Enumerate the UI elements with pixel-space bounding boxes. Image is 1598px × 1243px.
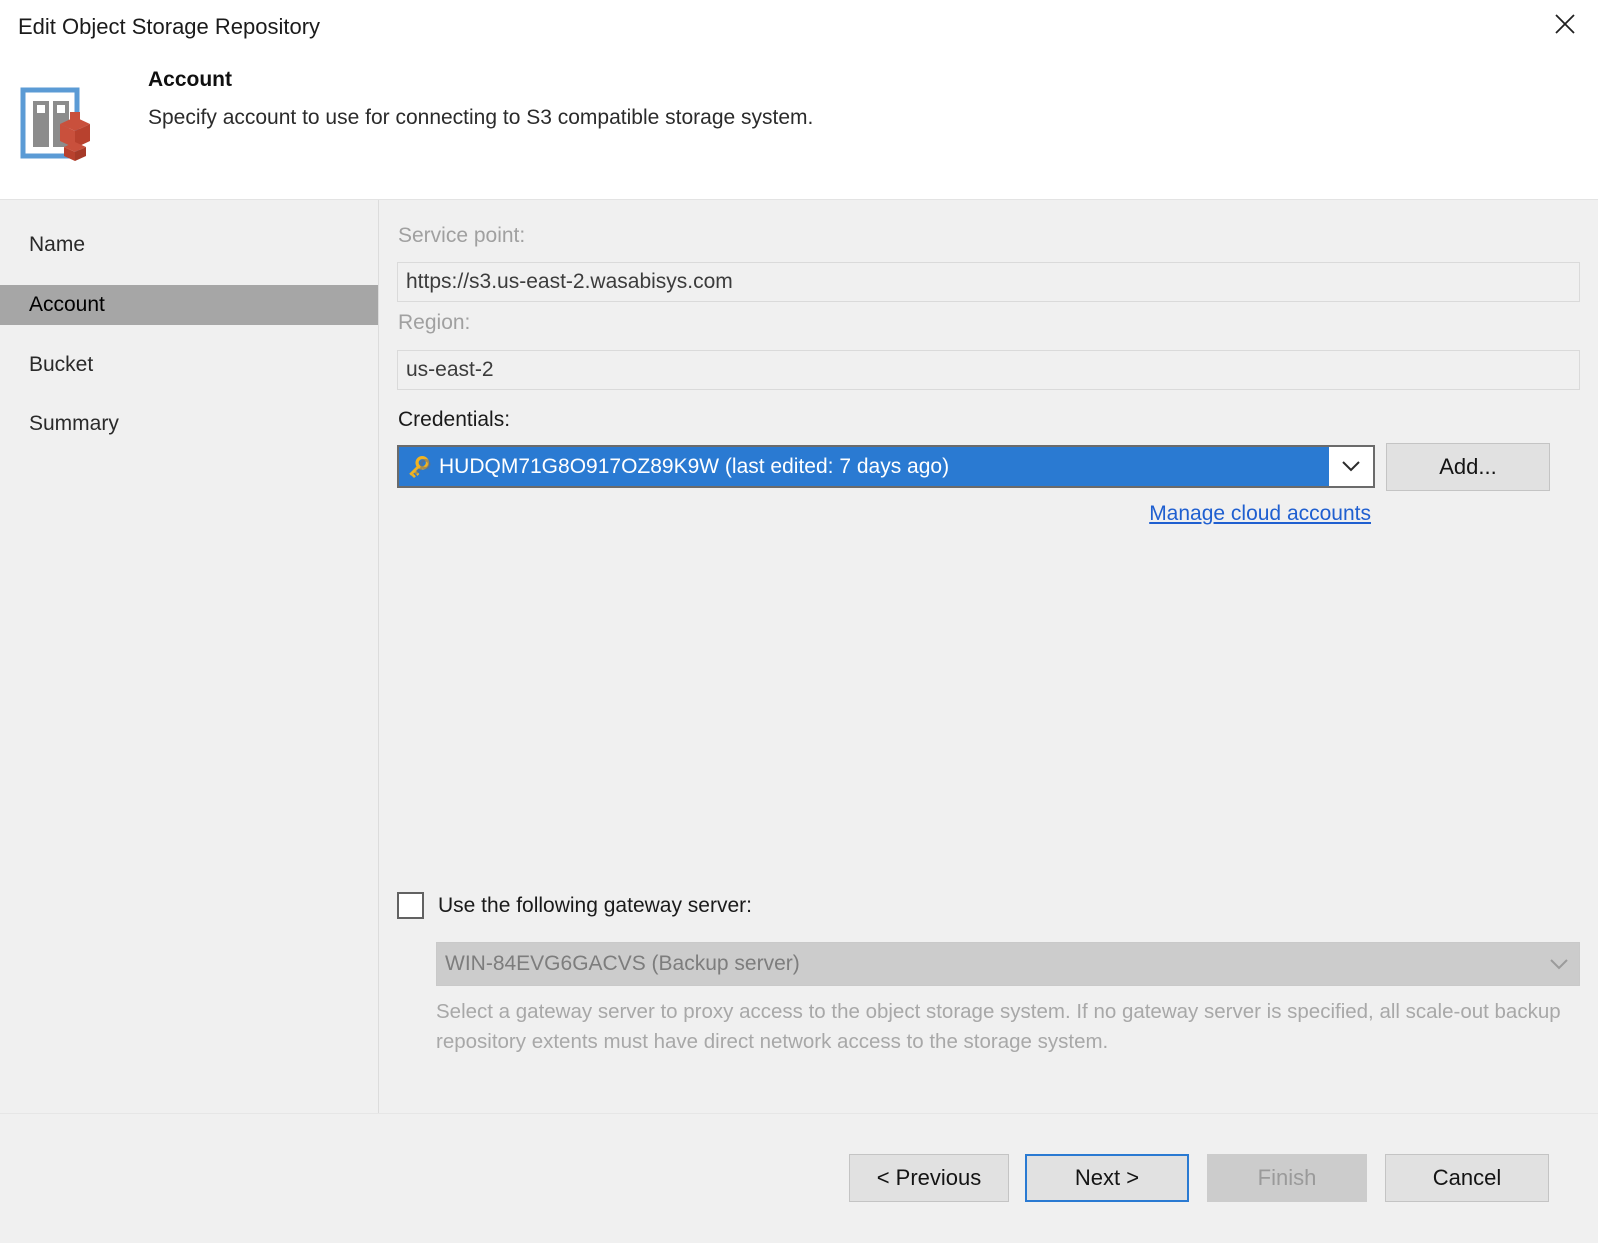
gateway-server-selected-text: WIN-84EVG6GACVS (Backup server) [445, 952, 800, 975]
wizard-header: Account Specify account to use for conne… [0, 56, 1598, 200]
sidebar-item-account[interactable]: Account [0, 285, 378, 325]
use-gateway-server-label: Use the following gateway server: [438, 893, 752, 917]
sidebar-item-bucket[interactable]: Bucket [0, 345, 378, 385]
sidebar-item-label: Bucket [29, 353, 94, 376]
wizard-footer: < Previous Next > Finish Cancel [0, 1113, 1598, 1243]
add-credentials-button[interactable]: Add... [1386, 443, 1550, 491]
previous-button[interactable]: < Previous [849, 1154, 1009, 1202]
gateway-server-dropdown[interactable]: WIN-84EVG6GACVS (Backup server) [436, 942, 1580, 986]
credentials-dropdown[interactable]: HUDQM71G8O917OZ89K9W (last edited: 7 day… [397, 445, 1375, 488]
cancel-button[interactable]: Cancel [1385, 1154, 1549, 1202]
service-point-input[interactable]: https://s3.us-east-2.wasabisys.com [397, 262, 1580, 302]
credentials-label: Credentials: [398, 408, 511, 431]
object-storage-repository-icon [20, 84, 104, 168]
service-point-label: Service point: [398, 224, 526, 247]
chevron-down-icon[interactable] [1549, 943, 1569, 985]
wizard-step-sidebar: Name Account Bucket Summary [0, 200, 379, 1113]
key-icon [405, 454, 431, 480]
sidebar-item-label: Summary [29, 412, 119, 435]
manage-cloud-accounts-link[interactable]: Manage cloud accounts [1149, 502, 1371, 526]
page-title: Account [148, 68, 232, 91]
region-input[interactable]: us-east-2 [397, 350, 1580, 390]
sidebar-item-name[interactable]: Name [0, 225, 378, 265]
credentials-selected-text: HUDQM71G8O917OZ89K9W (last edited: 7 day… [439, 454, 950, 478]
region-label: Region: [398, 311, 471, 334]
window-title: Edit Object Storage Repository [18, 14, 321, 39]
chevron-down-icon[interactable] [1329, 447, 1373, 486]
gateway-server-hint: Select a gateway server to proxy access … [436, 1000, 1561, 1053]
next-button[interactable]: Next > [1025, 1154, 1189, 1202]
use-gateway-server-checkbox-row[interactable]: Use the following gateway server: [397, 892, 752, 919]
finish-button: Finish [1207, 1154, 1367, 1202]
page-subtitle: Specify account to use for connecting to… [148, 106, 814, 129]
close-icon[interactable] [1532, 0, 1598, 48]
account-form: Service point: https://s3.us-east-2.wasa… [379, 200, 1598, 1113]
use-gateway-server-checkbox[interactable] [397, 892, 424, 919]
wizard-body: Name Account Bucket Summary Service poin… [0, 200, 1598, 1113]
title-bar: Edit Object Storage Repository [0, 0, 1598, 56]
sidebar-item-label: Account [29, 293, 105, 316]
credentials-selected-item: HUDQM71G8O917OZ89K9W (last edited: 7 day… [399, 447, 1329, 486]
sidebar-item-summary[interactable]: Summary [0, 404, 378, 444]
sidebar-item-label: Name [29, 233, 86, 256]
